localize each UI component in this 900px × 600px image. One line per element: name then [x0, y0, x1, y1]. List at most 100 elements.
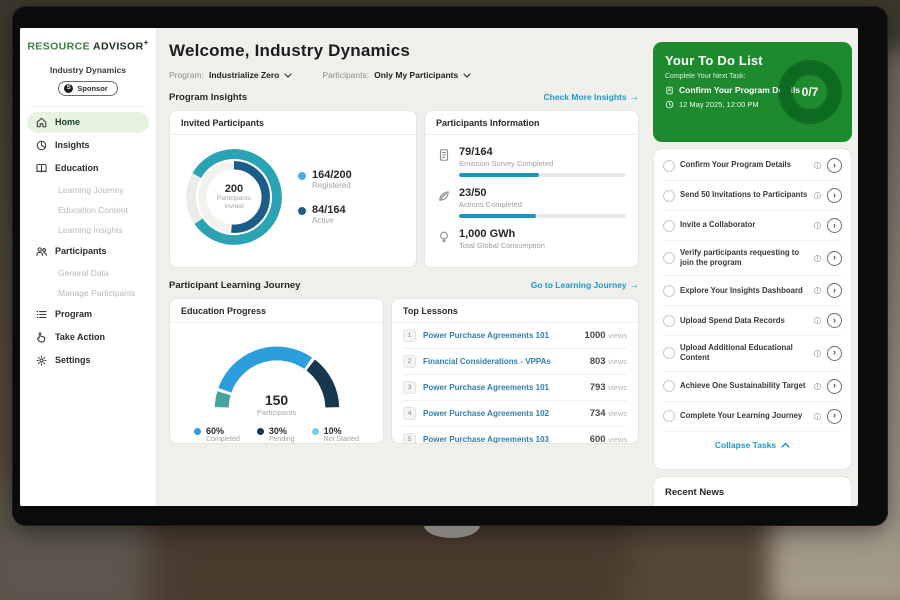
- task-checkbox[interactable]: [663, 190, 675, 202]
- participants-dropdown[interactable]: Only My Participants: [374, 70, 471, 80]
- task-row-verify-participants-requesting-to-join-the-program[interactable]: Verify participants requesting to join t…: [663, 241, 842, 276]
- program-dropdown[interactable]: Industrialize Zero: [209, 70, 292, 80]
- task-row-invite-a-collaborator[interactable]: Invite a Collaborator ›: [663, 211, 842, 241]
- info-icon[interactable]: [813, 316, 822, 325]
- education-progress-gauge-chart: 150 Participants: [197, 331, 357, 417]
- sidebar-item-take-action[interactable]: Take Action: [27, 327, 149, 348]
- gauge-legend: 60% Completed 30% Pending 10% Not Starte…: [180, 417, 373, 443]
- task-open-button[interactable]: ›: [827, 251, 842, 266]
- sidebar-nav: Home InsightsEducation Learning Journey Edu…: [20, 112, 156, 371]
- stat-value: 23/50: [459, 187, 626, 199]
- donut-center: 200 Participants Invited: [178, 141, 290, 253]
- legend-value: 84/164: [312, 204, 346, 216]
- sidebar-item-education[interactable]: Education: [27, 158, 149, 179]
- task-row-complete-your-learning-journey[interactable]: Complete Your Learning Journey ›: [663, 402, 842, 432]
- stat-label: Actions Completed: [459, 200, 626, 209]
- task-checkbox[interactable]: [663, 315, 675, 327]
- stat-value: 1,000 GWh: [459, 228, 626, 240]
- home-icon: [35, 116, 48, 129]
- education-progress-body: 150 Participants 60% Completed 30% Pendi…: [170, 323, 383, 443]
- task-row-upload-additional-educational-content[interactable]: Upload Additional Educational Content ›: [663, 336, 842, 371]
- stat-emission-survey-completed: 79/164 Emission Survey Completed: [437, 141, 626, 182]
- donut-legend: 164/200 Registered 84/164 Active: [298, 169, 352, 225]
- sponsor-icon: S: [64, 84, 73, 93]
- gauge-legend-item-completed: 60% Completed: [194, 426, 240, 443]
- education-total-label: Participants: [197, 408, 357, 417]
- go-to-learning-journey-link[interactable]: Go to Learning Journey →: [531, 280, 639, 291]
- todo-datetime: 12 May 2025, 12:00 PM: [679, 100, 759, 109]
- stat-actions-completed: 23/50 Actions Completed: [437, 182, 626, 223]
- task-row-upload-spend-data-records[interactable]: Upload Spend Data Records ›: [663, 306, 842, 336]
- stat-progress-track: [459, 173, 626, 177]
- actions-icon: [437, 189, 451, 203]
- task-checkbox[interactable]: [663, 220, 675, 232]
- top-lessons-card: Top Lessons 1 Power Purchase Agreements …: [391, 298, 639, 444]
- info-icon[interactable]: [813, 221, 822, 230]
- sidebar-item-education-content[interactable]: Education Content: [27, 201, 149, 219]
- legend-dot: [312, 428, 319, 435]
- task-open-button[interactable]: ›: [827, 218, 842, 233]
- task-row-achieve-one-sustainability-target[interactable]: Achieve One Sustainability Target ›: [663, 372, 842, 402]
- gauge-legend-item-not-started: 10% Not Started: [312, 426, 359, 443]
- task-open-button[interactable]: ›: [827, 283, 842, 298]
- task-row-explore-your-insights-dashboard[interactable]: Explore Your Insights Dashboard ›: [663, 276, 842, 306]
- lesson-rank: 5: [403, 433, 416, 444]
- info-icon[interactable]: [813, 191, 822, 200]
- task-open-button[interactable]: ›: [827, 313, 842, 328]
- sponsor-badge-label: Sponsor: [77, 84, 107, 93]
- info-icon[interactable]: [813, 382, 822, 391]
- task-row-confirm-your-program-details[interactable]: Confirm Your Program Details ›: [663, 151, 842, 181]
- participants-information-title: Participants Information: [425, 111, 638, 135]
- gauge-center: 150 Participants: [197, 392, 357, 417]
- lesson-link[interactable]: Power Purchase Agreements 101: [423, 331, 577, 340]
- info-icon[interactable]: [813, 161, 822, 170]
- task-open-button[interactable]: ›: [827, 188, 842, 203]
- lesson-views-word: views: [608, 357, 627, 366]
- collapse-tasks-label: Collapse Tasks: [715, 440, 776, 450]
- check-more-insights-link[interactable]: Check More Insights →: [543, 92, 639, 103]
- info-icon[interactable]: [813, 254, 822, 263]
- sponsor-badge[interactable]: S Sponsor: [58, 81, 117, 96]
- legend-value: 10%: [324, 426, 359, 436]
- todo-panel: Your To Do List Complete Your Next Task:…: [653, 42, 852, 142]
- task-open-button[interactable]: ›: [827, 379, 842, 394]
- task-open-button[interactable]: ›: [827, 346, 842, 361]
- sidebar-item-home[interactable]: Home: [27, 112, 149, 133]
- task-checkbox[interactable]: [663, 410, 675, 422]
- info-icon[interactable]: [813, 412, 822, 421]
- program-insights-header: Program Insights Check More Insights →: [169, 92, 639, 103]
- lesson-link[interactable]: Power Purchase Agreements 102: [423, 409, 583, 418]
- task-checkbox[interactable]: [663, 252, 675, 264]
- sidebar-item-program[interactable]: Program: [27, 304, 149, 325]
- task-open-button[interactable]: ›: [827, 409, 842, 424]
- task-open-button[interactable]: ›: [827, 158, 842, 173]
- lesson-link[interactable]: Financial Considerations - VPPAs: [423, 357, 583, 366]
- legend-label: Registered: [312, 181, 352, 190]
- sidebar-item-learning-journey[interactable]: Learning Journey: [27, 181, 149, 199]
- collapse-tasks-link[interactable]: Collapse Tasks: [663, 432, 842, 454]
- task-checkbox[interactable]: [663, 160, 675, 172]
- sidebar-item-label: Home: [55, 117, 80, 127]
- invited-participants-body: 200 Participants Invited 164/200 Registe…: [170, 135, 416, 259]
- task-checkbox[interactable]: [663, 347, 675, 359]
- task-row-send-50-invitations-to-participants[interactable]: Send 50 Invitations to Participants ›: [663, 181, 842, 211]
- sidebar-item-insights[interactable]: Insights: [27, 135, 149, 156]
- sidebar-item-learning-insights[interactable]: Learning Insights: [27, 221, 149, 239]
- task-checkbox[interactable]: [663, 285, 675, 297]
- learning-card-row: Education Progress 150 Participants 60% …: [169, 298, 639, 444]
- lesson-link[interactable]: Power Purchase Agreements 103: [423, 435, 583, 444]
- task-label: Complete Your Learning Journey: [680, 411, 808, 421]
- info-icon[interactable]: [813, 286, 822, 295]
- dashboard-screen: RESOURCE ADVISOR+ Industry Dynamics S Sp…: [20, 28, 858, 506]
- chevron-up-icon: [781, 442, 790, 448]
- sidebar-item-settings[interactable]: Settings: [27, 350, 149, 371]
- participants-filter-label: Participants:: [322, 70, 369, 80]
- sidebar-item-manage-participants[interactable]: Manage Participants: [27, 284, 149, 302]
- task-checkbox[interactable]: [663, 380, 675, 392]
- lesson-link[interactable]: Power Purchase Agreements 101: [423, 383, 583, 392]
- sidebar-item-participants[interactable]: Participants: [27, 241, 149, 262]
- sidebar-item-general-data[interactable]: General Data: [27, 264, 149, 282]
- lesson-rank: 2: [403, 355, 416, 368]
- info-icon[interactable]: [813, 349, 822, 358]
- lesson-rank: 4: [403, 407, 416, 420]
